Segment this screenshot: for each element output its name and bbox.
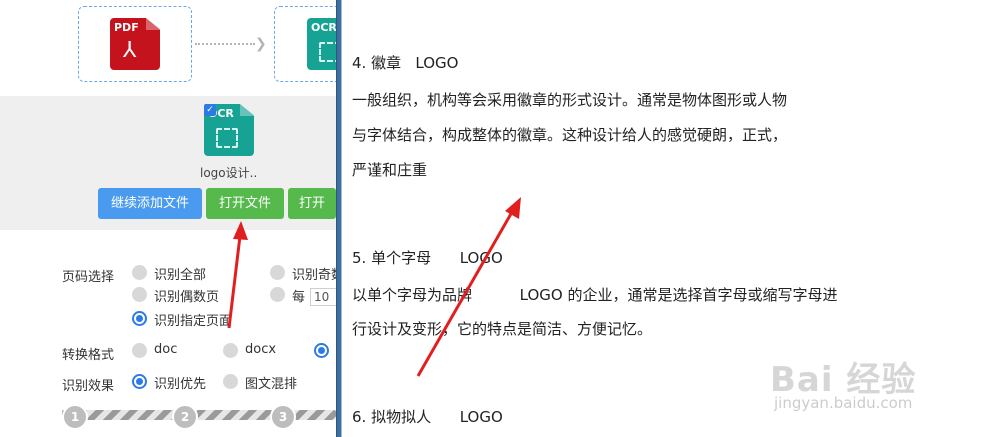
pdf-badge: PDF xyxy=(114,21,139,34)
option-every-label: 每 xyxy=(292,290,306,305)
ocr-file-icon: OCR xyxy=(307,18,336,70)
conversion-arrow xyxy=(195,43,255,45)
option-specific-pages-label: 识别指定页面 xyxy=(154,314,233,329)
image-scan-icon xyxy=(319,42,336,62)
step-3: 3 xyxy=(270,404,296,430)
heading-single-letter-logo: 5. 单个字母 LOGO xyxy=(352,249,503,267)
radio-even-pages[interactable] xyxy=(132,287,147,302)
effect-recognition-label: 识别优先 xyxy=(154,377,207,392)
radio-every-n-pages[interactable] xyxy=(270,287,285,302)
doc-paragraph-line: 行设计及变形，它的特点是简洁、方便记忆。 xyxy=(352,320,653,338)
doc-paragraph-line: 一般组织，机构等会采用徽章的形式设计。通常是物体图形或人物 xyxy=(352,91,788,109)
step-1: 1 xyxy=(62,404,88,430)
pdf-file-icon: PDF ⅄ xyxy=(110,18,160,70)
file-flow-area: PDF ⅄ ❯ OCR xyxy=(0,0,336,96)
step-2: 2 xyxy=(172,404,198,430)
baidu-jingyan-watermark: Bai 经验 jingyan.baidu.com xyxy=(770,352,1000,432)
format-docx-label: docx xyxy=(245,342,277,357)
doc-paragraph-line: 与字体结合，构成整体的徽章。这种设计给人的感觉硬朗，正式， xyxy=(352,126,788,144)
effect-label: 识别效果 xyxy=(62,379,115,394)
checkbox-checked-icon[interactable]: ✓ xyxy=(204,104,216,116)
radio-format-docx[interactable] xyxy=(223,343,238,358)
radio-format-third[interactable] xyxy=(314,343,329,358)
radio-specific-pages[interactable] xyxy=(132,311,147,326)
output-file-name: logo设计.. xyxy=(200,166,258,180)
radio-format-doc[interactable] xyxy=(132,343,147,358)
open-file-button[interactable]: 打开文件 xyxy=(206,188,284,219)
ocr-badge: OCR xyxy=(311,21,336,34)
watermark-url: jingyan.baidu.com xyxy=(774,394,913,412)
image-scan-icon xyxy=(216,128,238,148)
effect-mixed-label: 图文混排 xyxy=(245,377,298,392)
option-all-pages-label: 识别全部 xyxy=(154,268,207,283)
chevron-right-icon: ❯ xyxy=(255,36,267,52)
doc-paragraph-line: 严谨和庄重 xyxy=(352,161,428,179)
source-file-card[interactable]: PDF ⅄ xyxy=(78,6,192,82)
format-doc-label: doc xyxy=(154,342,178,357)
every-n-input[interactable]: 10 xyxy=(310,288,336,306)
heading-mimetic-logo: 6. 拟物拟人 LOGO xyxy=(352,408,503,426)
acrobat-symbol-icon: ⅄ xyxy=(123,38,137,63)
doc-paragraph-line: 以单个字母为品牌 LOGO 的企业，通常是选择首字母或缩写字母进 xyxy=(352,286,838,304)
open-folder-button[interactable]: 打开文 xyxy=(288,188,336,219)
steps-progress: 1 2 3 xyxy=(62,404,336,430)
option-odd-pages-label: 识别奇数 xyxy=(292,268,336,283)
radio-odd-pages[interactable] xyxy=(270,265,285,280)
heading-badge-logo: 4. 徽章 LOGO xyxy=(352,54,459,72)
radio-all-pages[interactable] xyxy=(132,265,147,280)
continue-add-files-button[interactable]: 继续添加文件 xyxy=(98,188,202,219)
target-file-card[interactable]: OCR xyxy=(274,6,336,82)
radio-effect-recognition[interactable] xyxy=(132,374,147,389)
page-select-label: 页码选择 xyxy=(62,270,115,285)
radio-effect-mixed[interactable] xyxy=(223,374,238,389)
converter-panel: PDF ⅄ ❯ OCR OCR ✓ logo设计.. 继续添加文件 打开文件 打… xyxy=(0,0,336,437)
option-even-pages-label: 识别偶数页 xyxy=(154,290,220,305)
format-label: 转换格式 xyxy=(62,348,115,363)
